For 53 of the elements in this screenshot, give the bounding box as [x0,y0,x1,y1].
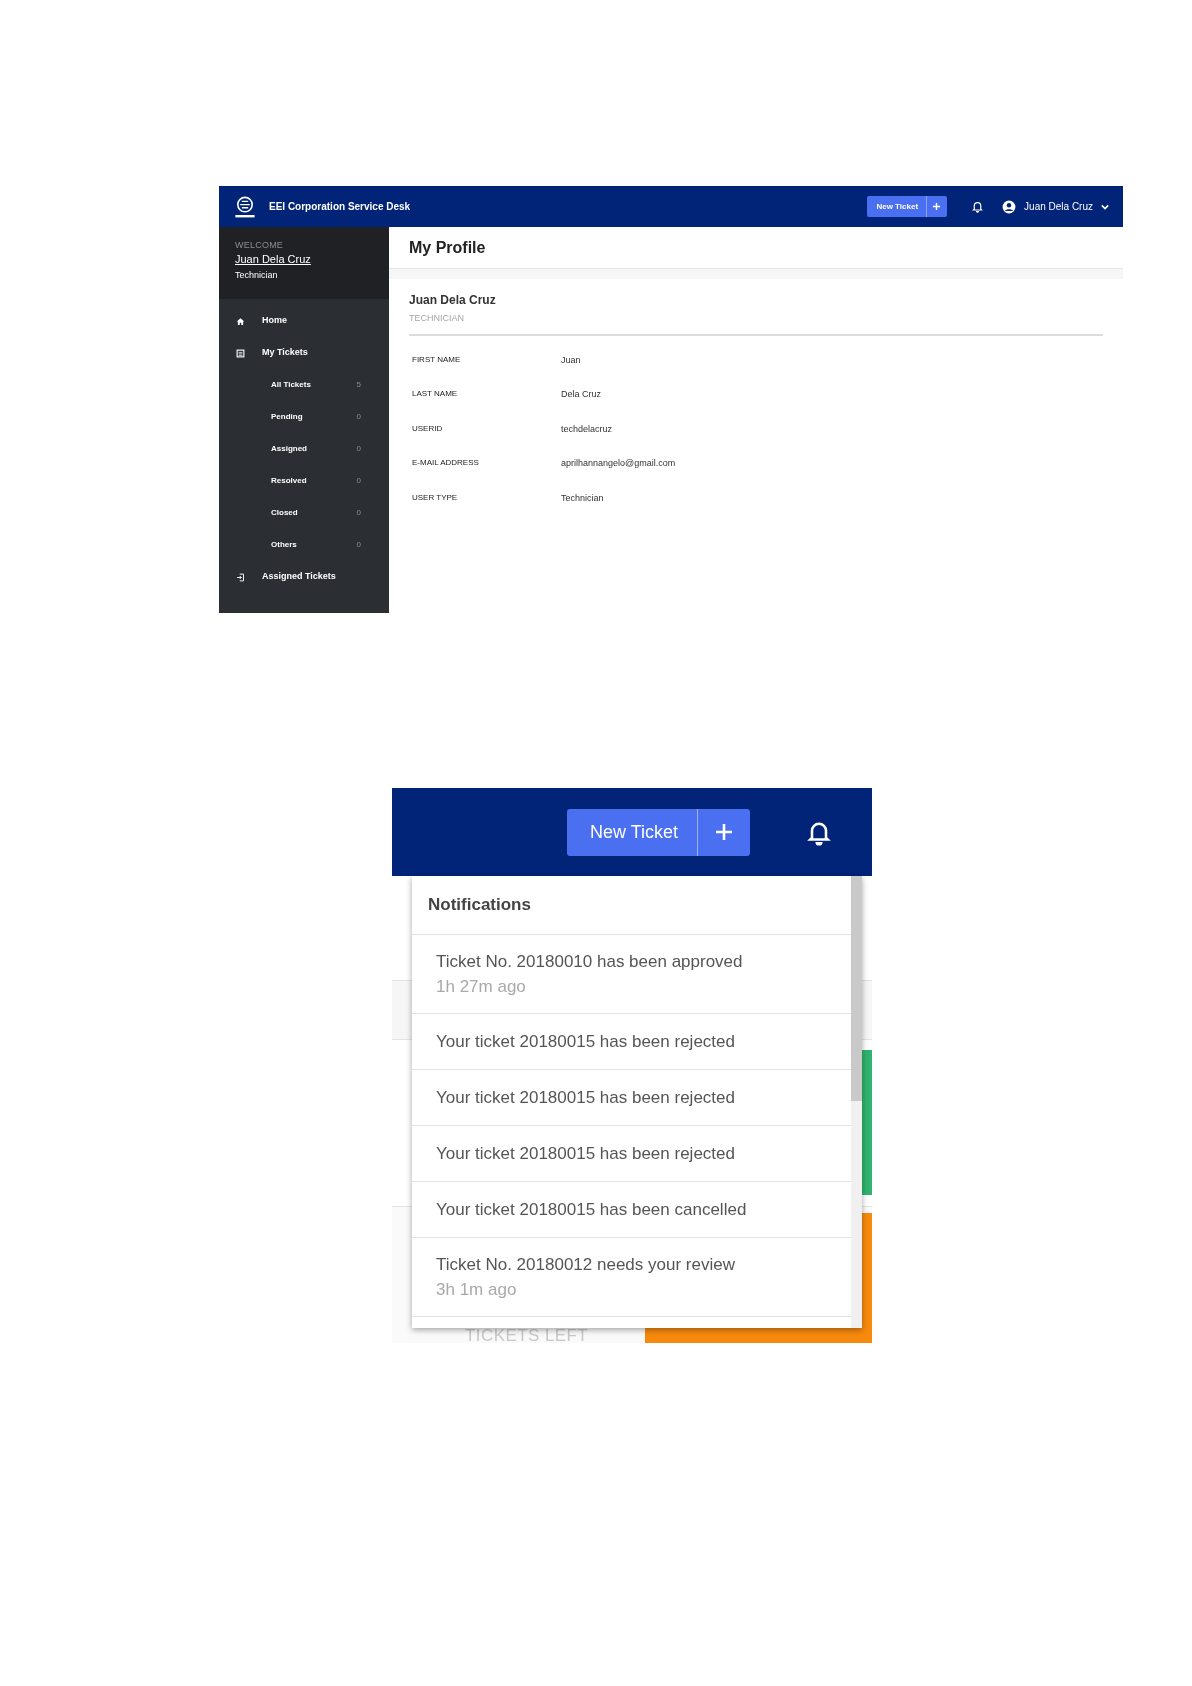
field-label: USER TYPE [412,491,459,504]
ticket-count: 0 [356,411,361,423]
notification-time: 3h 1m ago [436,1279,518,1301]
ticket-count: 0 [356,507,361,519]
user-role: Technician [235,269,278,282]
notification-text: Your ticket 20180015 has been cancelled [436,1198,748,1221]
new-ticket-button[interactable]: New Ticket [567,808,751,856]
sidebar-item[interactable]: Assigned Tickets [219,561,389,593]
bell-icon[interactable] [971,200,985,213]
chevron-down-icon [1101,202,1109,211]
sidebar-subitem[interactable]: Resolved 0 [219,465,389,497]
field-label: USERID [412,422,444,435]
notification-text: Ticket No. 20180012 needs your review [436,1253,736,1276]
ticket-count: 0 [356,475,361,487]
sidebar-item[interactable]: Home [219,305,389,337]
welcome-label: WELCOME [235,240,284,251]
scrollbar[interactable] [851,876,862,1328]
field-value: Juan [561,353,581,367]
field-value: techdelacruz [561,422,613,436]
sidebar-subitem[interactable]: Closed 0 [219,497,389,529]
login-icon [236,572,245,582]
ticket-count: 5 [356,379,361,391]
profile-name: Juan Dela Cruz [409,292,497,309]
notification-text: Your ticket 20180015 has been rejected [436,1142,736,1165]
plus-icon [714,822,735,842]
ticket-count: 0 [356,539,361,551]
ticket-count: 0 [356,443,361,455]
home-icon [236,316,245,326]
notification-text: Your ticket 20180015 has been rejected [436,1030,736,1053]
field-label: FIRST NAME [412,353,462,366]
account-icon [1002,199,1017,214]
app-title: EEI Corporation Service Desk [269,200,411,214]
field-label: LAST NAME [412,388,459,400]
plus-icon [932,202,942,211]
sidebar-item[interactable]: My Tickets [219,337,389,369]
new-ticket-button[interactable]: New Ticket [867,196,948,217]
sidebar-subitem[interactable]: All Tickets 5 [219,369,389,401]
sidebar-subitem[interactable]: Others 0 [219,529,389,561]
dropdown-title: Notifications [428,894,531,917]
notification-text: Your ticket 20180015 has been rejected [436,1086,736,1109]
user-type-caption: TECHNICIAN [409,312,465,325]
field-value: Technician [561,491,604,505]
field-label: E-MAIL ADDRESS [412,457,480,469]
page-title: My Profile [409,237,486,258]
user-menu[interactable]: Juan Dela Cruz [1024,199,1109,214]
user-name-link[interactable]: Juan Dela Cruz [235,251,311,267]
notification-time: 1h 27m ago [436,976,527,998]
field-value: aprilhannangelo@gmail.com [561,457,676,470]
sidebar-subitem[interactable]: Assigned 0 [219,433,389,465]
notification-text: Ticket No. 20180010 has been approved [436,950,744,973]
sidebar-subitem[interactable]: Pending 0 [219,401,389,433]
list-icon [236,348,245,358]
field-value: Dela Cruz [561,388,601,401]
